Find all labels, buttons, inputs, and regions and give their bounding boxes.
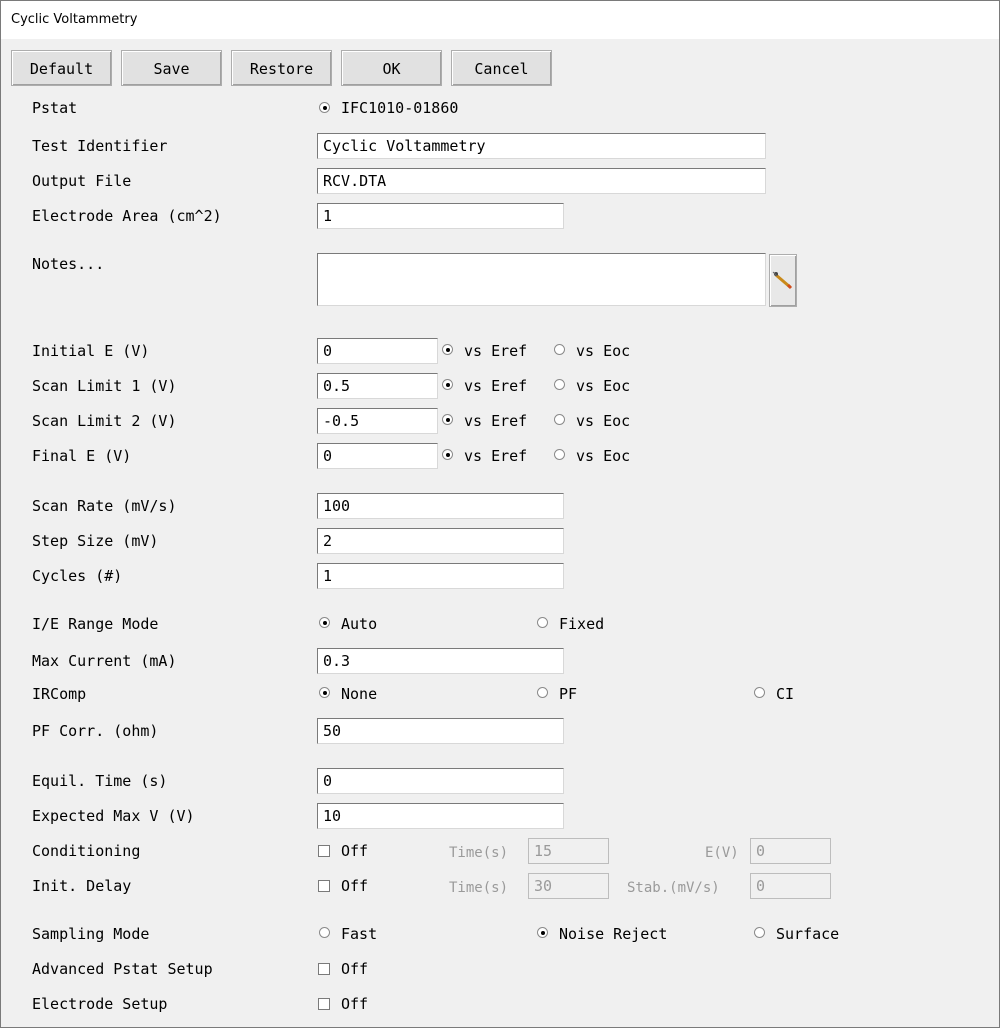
conditioning-checkbox[interactable]	[318, 845, 330, 857]
potential-label: Scan Limit 2 (V)	[32, 412, 177, 430]
vs-eref-label: vs Eref	[464, 412, 528, 430]
sampling-mode-label: Sampling Mode	[32, 925, 150, 943]
output-file-input[interactable]: RCV.DTA	[317, 168, 766, 194]
potential-label: Scan Limit 1 (V)	[32, 377, 177, 395]
electrode-setup-off-label: Off	[341, 995, 369, 1013]
restore-button[interactable]: Restore	[231, 50, 332, 86]
electrode-setup-checkbox[interactable]	[318, 998, 330, 1010]
electrode-area-input[interactable]: 1	[317, 203, 564, 229]
vs-eoc-label: vs Eoc	[576, 342, 631, 360]
vs-eoc-radio[interactable]	[554, 344, 565, 355]
expected-max-v-input[interactable]: 10	[317, 803, 564, 829]
pstat-value: IFC1010-01860	[341, 99, 459, 117]
window-title: Cyclic Voltammetry	[11, 12, 138, 27]
conditioning-time-input[interactable]: 15	[528, 838, 609, 864]
sampling-noise-reject-label: Noise Reject	[559, 925, 668, 943]
electrode-setup-label: Electrode Setup	[32, 995, 168, 1013]
vs-eref-radio[interactable]	[442, 344, 453, 355]
vs-eoc-label: vs Eoc	[576, 412, 631, 430]
test-identifier-label: Test Identifier	[32, 137, 168, 155]
equil-time-input[interactable]: 0	[317, 768, 564, 794]
conditioning-e-input[interactable]: 0	[750, 838, 831, 864]
ircomp-pf-label: PF	[559, 685, 578, 703]
sampling-noise-reject-radio[interactable]	[537, 927, 548, 938]
init-delay-time-input[interactable]: 30	[528, 873, 609, 899]
ircomp-ci-label: CI	[776, 685, 795, 703]
default-button[interactable]: Default	[11, 50, 112, 86]
scan-rate-input[interactable]: 100	[317, 493, 564, 519]
sampling-surface-label: Surface	[776, 925, 840, 943]
init-delay-stab-input[interactable]: 0	[750, 873, 831, 899]
electrode-area-label: Electrode Area (cm^2)	[32, 207, 222, 225]
init-delay-off-label: Off	[341, 877, 369, 895]
vs-eoc-label: vs Eoc	[576, 447, 631, 465]
sampling-fast-radio[interactable]	[319, 927, 330, 938]
potential-input[interactable]: 0.5	[317, 373, 438, 399]
ircomp-none-label: None	[341, 685, 378, 703]
max-current-input[interactable]: 0.3	[317, 648, 564, 674]
advanced-pstat-setup-label: Advanced Pstat Setup	[32, 960, 213, 978]
scan-rate-label: Scan Rate (mV/s)	[32, 497, 177, 515]
max-current-label: Max Current (mA)	[32, 652, 177, 670]
cyclic-voltammetry-dialog: Cyclic Voltammetry Default Save Restore …	[0, 0, 1000, 1028]
pencil-icon	[772, 271, 793, 290]
advanced-pstat-setup-checkbox[interactable]	[318, 963, 330, 975]
cycles-label: Cycles (#)	[32, 567, 123, 585]
init-delay-checkbox[interactable]	[318, 880, 330, 892]
potential-label: Final E (V)	[32, 447, 132, 465]
output-file-label: Output File	[32, 172, 132, 190]
vs-eoc-radio[interactable]	[554, 414, 565, 425]
ie-range-auto-label: Auto	[341, 615, 378, 633]
init-delay-time-label: Time(s)	[449, 880, 509, 896]
ok-button[interactable]: OK	[341, 50, 442, 86]
sampling-surface-radio[interactable]	[754, 927, 765, 938]
vs-eoc-radio[interactable]	[554, 449, 565, 460]
vs-eref-label: vs Eref	[464, 377, 528, 395]
vs-eref-label: vs Eref	[464, 342, 528, 360]
vs-eoc-radio[interactable]	[554, 379, 565, 390]
expected-max-v-label: Expected Max V (V)	[32, 807, 195, 825]
ie-range-fixed-radio[interactable]	[537, 617, 548, 628]
ircomp-none-radio[interactable]	[319, 687, 330, 698]
potential-input[interactable]: -0.5	[317, 408, 438, 434]
ircomp-label: IRComp	[32, 685, 87, 703]
init-delay-stab-label: Stab.(mV/s)	[627, 880, 720, 896]
vs-eref-radio[interactable]	[442, 414, 453, 425]
init-delay-label: Init. Delay	[32, 877, 132, 895]
cancel-button[interactable]: Cancel	[451, 50, 552, 86]
step-size-input[interactable]: 2	[317, 528, 564, 554]
notes-input[interactable]	[317, 253, 766, 306]
conditioning-label: Conditioning	[32, 842, 141, 860]
save-button[interactable]: Save	[121, 50, 222, 86]
vs-eref-radio[interactable]	[442, 379, 453, 390]
pstat-radio[interactable]	[319, 102, 330, 113]
vs-eref-label: vs Eref	[464, 447, 528, 465]
conditioning-e-label: E(V)	[705, 845, 739, 861]
potential-input[interactable]: 0	[317, 338, 438, 364]
conditioning-time-label: Time(s)	[449, 845, 509, 861]
vs-eref-radio[interactable]	[442, 449, 453, 460]
test-identifier-input[interactable]: Cyclic Voltammetry	[317, 133, 766, 159]
notes-label: Notes...	[32, 255, 105, 273]
cycles-input[interactable]: 1	[317, 563, 564, 589]
equil-time-label: Equil. Time (s)	[32, 772, 168, 790]
notes-edit-button[interactable]	[769, 254, 797, 307]
vs-eoc-label: vs Eoc	[576, 377, 631, 395]
pf-corr-label: PF Corr. (ohm)	[32, 722, 159, 740]
advanced-pstat-setup-off-label: Off	[341, 960, 369, 978]
conditioning-off-label: Off	[341, 842, 369, 860]
sampling-fast-label: Fast	[341, 925, 378, 943]
ie-range-mode-label: I/E Range Mode	[32, 615, 159, 633]
potential-label: Initial E (V)	[32, 342, 150, 360]
step-size-label: Step Size (mV)	[32, 532, 159, 550]
ie-range-auto-radio[interactable]	[319, 617, 330, 628]
ircomp-ci-radio[interactable]	[754, 687, 765, 698]
pstat-label: Pstat	[32, 99, 78, 117]
pf-corr-input[interactable]: 50	[317, 718, 564, 744]
potential-input[interactable]: 0	[317, 443, 438, 469]
ie-range-fixed-label: Fixed	[559, 615, 605, 633]
title-bar: Cyclic Voltammetry	[1, 1, 999, 39]
ircomp-pf-radio[interactable]	[537, 687, 548, 698]
